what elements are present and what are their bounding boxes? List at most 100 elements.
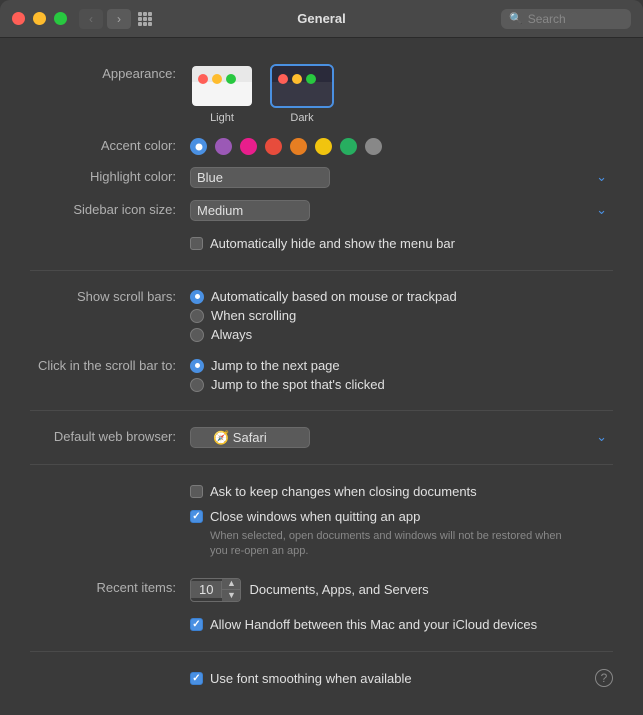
search-icon: 🔍 [509,12,523,25]
font-smoothing-row: Use font smoothing when available ? [30,662,613,695]
window: ‹ › General 🔍 Appearance: [0,0,643,715]
appearance-options: Light Dark [190,64,613,124]
menu-bar-label [30,233,190,235]
accent-purple[interactable] [215,138,232,155]
menu-bar-checkbox-label: Automatically hide and show the menu bar [210,236,455,251]
scroll-always-row: Always [190,325,613,344]
accent-yellow[interactable] [315,138,332,155]
appearance-light[interactable]: Light [190,64,254,124]
dark-thumbnail [270,64,334,108]
font-smoothing-content: Use font smoothing when available ? [190,668,613,689]
minimize-button[interactable] [33,12,46,25]
titlebar: ‹ › General 🔍 [0,0,643,38]
accent-orange[interactable] [290,138,307,155]
menu-bar-checkbox-row: Automatically hide and show the menu bar [190,233,613,254]
highlight-color-select[interactable]: Blue Gold Pink [190,167,330,188]
default-browser-row: Default web browser: 🧭 Safari Chrome Fir… [30,421,613,454]
accent-blue[interactable] [190,138,207,155]
click-spot-row: Jump to the spot that's clicked [190,375,613,394]
accent-color-options [190,136,613,155]
click-spot-radio[interactable] [190,378,204,392]
highlight-select-wrapper[interactable]: Blue Gold Pink [190,167,613,188]
help-icon[interactable]: ? [595,669,613,687]
scroll-always-radio[interactable] [190,328,204,342]
default-browser-label: Default web browser: [30,427,190,444]
menu-bar-content: Automatically hide and show the menu bar [190,233,613,254]
handoff-label: Allow Handoff between this Mac and your … [210,617,537,632]
click-next-page-label: Jump to the next page [211,358,340,373]
recent-items-row: Recent items: 10 ▲ ▼ Documents, Apps, an… [30,572,613,608]
scroll-scrolling-radio[interactable] [190,309,204,323]
divider-4 [30,651,613,652]
scroll-scrolling-row: When scrolling [190,306,613,325]
sidebar-icon-size-select[interactable]: Small Medium Large [190,200,310,221]
divider-1 [30,270,613,271]
maximize-button[interactable] [54,12,67,25]
close-windows-helper: When selected, open documents and window… [210,529,570,560]
font-smoothing-checkbox[interactable] [190,672,203,685]
accent-graphite[interactable] [365,138,382,155]
default-browser-select[interactable]: 🧭 Safari Chrome Firefox [190,427,310,448]
accent-pink[interactable] [240,138,257,155]
click-scroll-bar-content: Jump to the next page Jump to the spot t… [190,356,613,394]
highlight-color-label: Highlight color: [30,167,190,184]
appearance-label: Appearance: [30,64,190,81]
close-docs-row: Ask to keep changes when closing documen… [30,475,613,566]
accent-green[interactable] [340,138,357,155]
forward-button[interactable]: › [107,9,131,29]
scroll-auto-label: Automatically based on mouse or trackpad [211,289,457,304]
appearance-dark[interactable]: Dark [270,64,334,124]
dark-preview [272,66,332,106]
click-scroll-bar-row: Click in the scroll bar to: Jump to the … [30,350,613,400]
show-scroll-bars-row: Show scroll bars: Automatically based on… [30,281,613,350]
font-smoothing-checkbox-row: Use font smoothing when available [190,668,412,689]
back-button[interactable]: ‹ [79,9,103,29]
highlight-color-content: Blue Gold Pink [190,167,613,188]
scroll-auto-radio[interactable] [190,290,204,304]
close-windows-checkbox-row: Close windows when quitting an app [190,506,613,527]
stepper-down-button[interactable]: ▼ [222,590,240,601]
recent-items-label: Recent items: [30,578,190,595]
close-docs-content: Ask to keep changes when closing documen… [190,481,613,560]
stepper-buttons: ▲ ▼ [222,579,240,601]
light-preview [192,66,252,106]
close-windows-checkbox[interactable] [190,510,203,523]
close-docs-checkbox[interactable] [190,485,203,498]
recent-items-content: 10 ▲ ▼ Documents, Apps, and Servers [190,578,613,602]
close-docs-label: Ask to keep changes when closing documen… [210,484,477,499]
search-input[interactable] [528,12,623,26]
scroll-auto-row: Automatically based on mouse or trackpad [190,287,613,306]
divider-2 [30,410,613,411]
window-buttons [12,12,67,25]
accent-color-content [190,136,613,155]
show-scroll-bars-content: Automatically based on mouse or trackpad… [190,287,613,344]
content: Appearance: Light Dark [0,38,643,715]
font-smoothing-label: Use font smoothing when available [210,671,412,686]
search-box[interactable]: 🔍 [501,9,631,29]
highlight-color-row: Highlight color: Blue Gold Pink [30,161,613,194]
browser-select-wrapper[interactable]: 🧭 Safari Chrome Firefox [190,427,613,448]
accent-color-row: Accent color: [30,130,613,161]
stepper-up-button[interactable]: ▲ [222,579,240,590]
stepper-input[interactable]: 10 ▲ ▼ [190,578,241,602]
default-browser-content: 🧭 Safari Chrome Firefox [190,427,613,448]
click-scroll-bar-label: Click in the scroll bar to: [30,356,190,373]
accent-red[interactable] [265,138,282,155]
apps-grid-button[interactable] [137,11,153,27]
click-next-page-radio[interactable] [190,359,204,373]
stepper-value: 10 [191,581,222,598]
titlebar-nav: ‹ › [79,9,131,29]
handoff-checkbox[interactable] [190,618,203,631]
dark-label: Dark [290,112,313,124]
window-title: General [297,11,345,26]
accent-color-label: Accent color: [30,136,190,153]
menu-bar-checkbox[interactable] [190,237,203,250]
close-button[interactable] [12,12,25,25]
sidebar-icon-size-content: Small Medium Large [190,200,613,221]
show-scroll-bars-label: Show scroll bars: [30,287,190,304]
light-label: Light [210,112,234,124]
sidebar-select-wrapper[interactable]: Small Medium Large [190,200,613,221]
sidebar-icon-size-label: Sidebar icon size: [30,200,190,217]
menu-bar-row: Automatically hide and show the menu bar [30,227,613,260]
handoff-row: Allow Handoff between this Mac and your … [30,608,613,641]
